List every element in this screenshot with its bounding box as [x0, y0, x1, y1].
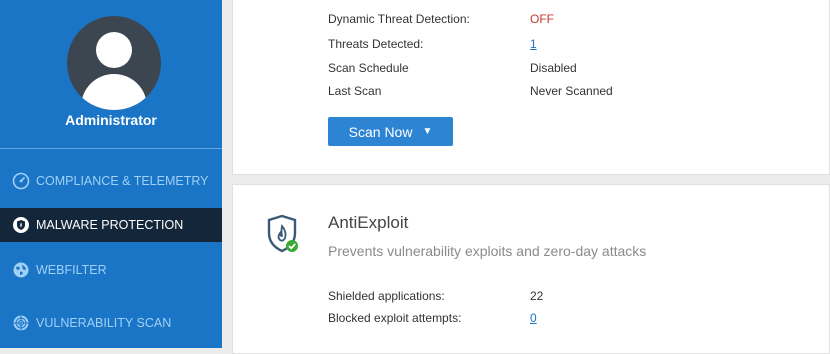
nav-item-vulnerability-scan[interactable]: VULNERABILITY SCAN: [0, 306, 222, 340]
gauge-icon: [12, 172, 30, 190]
malware-status-card: Dynamic Threat Detection: OFF Threats De…: [232, 0, 830, 175]
blocked-exploit-attempts-link[interactable]: 0: [530, 311, 537, 325]
caret-down-icon[interactable]: ▼: [422, 126, 432, 137]
threats-detected-link[interactable]: 1: [530, 37, 537, 51]
shield-flame-check-icon: [266, 214, 300, 254]
shielded-applications-label: Shielded applications:: [328, 289, 445, 303]
avatar-head: [96, 32, 132, 68]
dynamic-threat-detection-label: Dynamic Threat Detection:: [328, 12, 470, 26]
nav-item-compliance-telemetry[interactable]: COMPLIANCE & TELEMETRY: [0, 164, 222, 198]
user-name: Administrator: [65, 112, 157, 128]
sidebar-divider: [0, 148, 222, 149]
malware-shield-icon: [12, 216, 30, 234]
avatar: [67, 16, 161, 110]
antiexploit-card: AntiExploit Prevents vulnerability explo…: [232, 184, 830, 354]
sidebar: Administrator COMPLIANCE & TELEMETRY MAL…: [0, 0, 222, 348]
nav-item-malware-protection[interactable]: MALWARE PROTECTION: [0, 208, 222, 242]
last-scan-value: Never Scanned: [530, 84, 613, 98]
threats-detected-label: Threats Detected:: [328, 37, 424, 51]
avatar-body: [81, 74, 147, 110]
nav-item-label: VULNERABILITY SCAN: [36, 316, 172, 330]
nav-item-label: COMPLIANCE & TELEMETRY: [36, 174, 209, 188]
scan-now-button[interactable]: Scan Now ▼: [328, 117, 453, 146]
blocked-exploit-attempts-label: Blocked exploit attempts:: [328, 311, 462, 325]
globe-icon: [12, 261, 30, 279]
antiexploit-title: AntiExploit: [328, 213, 409, 232]
nav-item-label: WEBFILTER: [36, 263, 107, 277]
dynamic-threat-detection-value: OFF: [530, 12, 554, 26]
nav-item-webfilter[interactable]: WEBFILTER: [0, 253, 222, 287]
scan-schedule-label: Scan Schedule: [328, 61, 409, 75]
scan-now-label: Scan Now: [348, 123, 413, 140]
last-scan-label: Last Scan: [328, 84, 382, 98]
scan-schedule-value: Disabled: [530, 61, 577, 75]
nav-item-label: MALWARE PROTECTION: [36, 218, 184, 232]
radar-icon: [12, 314, 30, 332]
shielded-applications-value: 22: [530, 289, 544, 303]
antiexploit-description: Prevents vulnerability exploits and zero…: [328, 243, 647, 259]
